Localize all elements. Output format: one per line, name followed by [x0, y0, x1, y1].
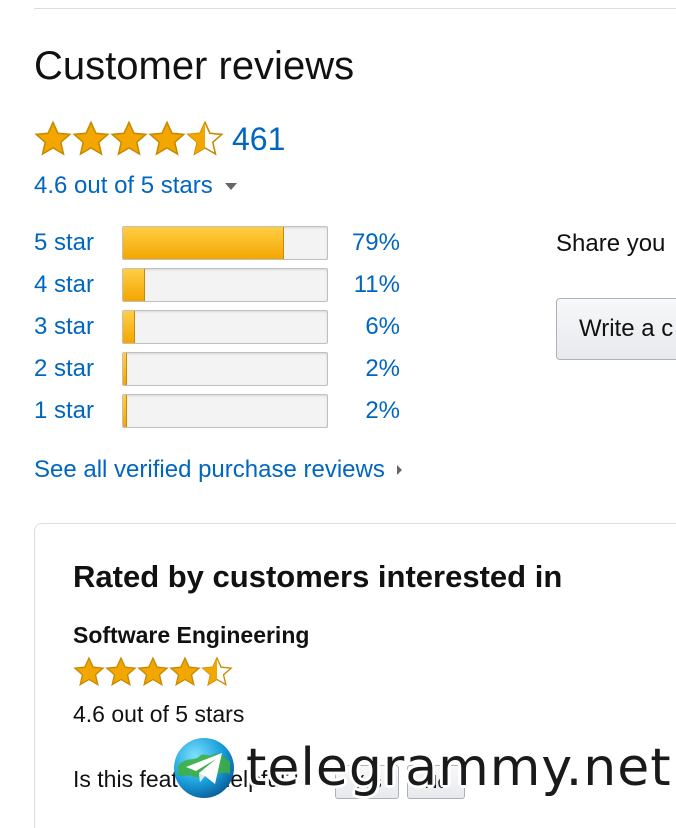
see-all-reviews-text: See all verified purchase reviews [34, 456, 385, 483]
histogram-row-2-star[interactable]: 2 star 2% [34, 348, 434, 390]
star-full-icon [148, 120, 186, 158]
histogram-percent[interactable]: 2% [328, 396, 400, 426]
histogram-bar[interactable] [122, 226, 328, 260]
watermark: telegrammy.net [172, 736, 672, 800]
histogram-label[interactable]: 5 star [34, 228, 122, 258]
top-divider [34, 8, 676, 9]
average-rating-dropdown[interactable]: 4.6 out of 5 stars [34, 170, 237, 202]
histogram-label[interactable]: 4 star [34, 270, 122, 300]
histogram-bar-fill [123, 227, 285, 259]
average-rating-text: 4.6 out of 5 stars [34, 172, 213, 199]
star-full-icon [110, 120, 148, 158]
histogram-label[interactable]: 3 star [34, 312, 122, 342]
rating-histogram: 5 star 79% 4 star 11% 3 star 6% 2 star 2… [34, 222, 434, 432]
histogram-bar[interactable] [122, 352, 328, 386]
star-half-icon [201, 656, 233, 688]
histogram-bar-fill [123, 395, 128, 427]
caret-down-icon [224, 182, 237, 190]
histogram-row-5-star[interactable]: 5 star 79% [34, 222, 434, 264]
star-full-icon [73, 656, 105, 688]
star-full-icon [34, 120, 72, 158]
histogram-row-1-star[interactable]: 1 star 2% [34, 390, 434, 432]
rating-count-link[interactable]: 461 [232, 119, 285, 159]
histogram-row-4-star[interactable]: 4 star 11% [34, 264, 434, 306]
star-full-icon [169, 656, 201, 688]
overall-stars-row[interactable]: 461 [34, 118, 285, 160]
histogram-percent[interactable]: 6% [328, 312, 400, 342]
histogram-percent[interactable]: 11% [328, 270, 400, 300]
star-full-icon [105, 656, 137, 688]
histogram-row-3-star[interactable]: 3 star 6% [34, 306, 434, 348]
histogram-bar[interactable] [122, 310, 328, 344]
histogram-percent[interactable]: 79% [328, 228, 400, 258]
histogram-bar-fill [123, 269, 146, 301]
caret-right-icon [396, 465, 402, 475]
histogram-percent[interactable]: 2% [328, 354, 400, 384]
histogram-label[interactable]: 1 star [34, 396, 122, 426]
see-all-reviews-link[interactable]: See all verified purchase reviews [34, 454, 402, 486]
rated-box-stars [73, 656, 233, 688]
histogram-bar[interactable] [122, 268, 328, 302]
histogram-bar[interactable] [122, 394, 328, 428]
histogram-bar-fill [123, 353, 128, 385]
star-full-icon [72, 120, 110, 158]
rated-box-topic: Software Engineering [73, 622, 310, 648]
watermark-text: telegrammy.net [246, 738, 672, 798]
write-review-button[interactable]: Write a c [556, 298, 676, 360]
telegram-logo-icon [174, 738, 234, 798]
share-thoughts-text: Share you [556, 230, 666, 257]
page-title: Customer reviews [34, 44, 355, 88]
rated-box-average-text: 4.6 out of 5 stars [73, 701, 245, 727]
rated-box-title: Rated by customers interested in [73, 559, 563, 594]
histogram-bar-fill [123, 311, 136, 343]
star-full-icon [137, 656, 169, 688]
histogram-label[interactable]: 2 star [34, 354, 122, 384]
star-half-icon [186, 120, 224, 158]
